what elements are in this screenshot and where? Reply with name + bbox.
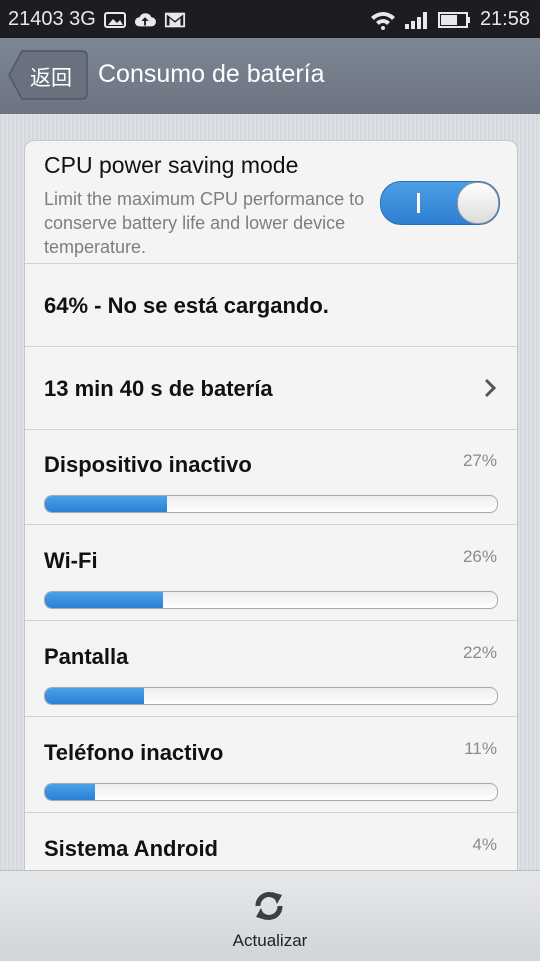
usage-item-percent: 27% xyxy=(462,451,497,470)
usage-bar xyxy=(44,783,498,801)
usage-bar-fill xyxy=(45,688,145,704)
usage-bar-fill xyxy=(45,592,163,608)
usage-item[interactable]: Dispositivo inactivo 27% xyxy=(25,429,517,525)
toggle-knob xyxy=(457,182,499,224)
usage-item-name: Pantalla xyxy=(44,644,129,669)
battery-time-row[interactable]: 13 min 40 s de batería xyxy=(25,346,517,430)
cpu-saving-row: CPU power saving mode Limit the maximum … xyxy=(25,141,517,264)
usage-bar xyxy=(44,591,498,609)
status-bar-left: 21403 3G xyxy=(8,8,186,31)
usage-bar xyxy=(44,495,498,513)
usage-bar-fill xyxy=(45,496,168,512)
carrier-label: 21403 3G xyxy=(8,8,96,30)
cpu-saving-description: Limit the maximum CPU performance to con… xyxy=(44,189,365,257)
wifi-icon xyxy=(370,11,395,30)
cloud-upload-icon xyxy=(134,12,156,26)
usage-item-name: Sistema Android xyxy=(44,836,218,861)
usage-item[interactable]: Wi-Fi 26% xyxy=(25,525,517,621)
status-bar-right: 21:58 xyxy=(370,8,530,31)
battery-time-text: 13 min 40 s de batería xyxy=(44,376,273,401)
usage-item[interactable]: Teléfono inactivo 11% xyxy=(25,717,517,813)
usage-item[interactable]: Pantalla 22% xyxy=(25,621,517,717)
battery-icon xyxy=(437,11,470,28)
content-area[interactable]: CPU power saving mode Limit the maximum … xyxy=(0,114,540,870)
usage-bar xyxy=(44,687,498,705)
usage-item-percent: 11% xyxy=(464,739,497,758)
status-time: 21:58 xyxy=(479,8,530,30)
cpu-saving-title: CPU power saving mode xyxy=(44,152,299,178)
usage-item-name: Wi-Fi xyxy=(44,548,98,573)
status-bar: 21403 3G 21:58 xyxy=(0,0,540,38)
image-icon xyxy=(103,11,126,28)
settings-card: CPU power saving mode Limit the maximum … xyxy=(24,140,518,870)
title-bar: 返回 Consumo de batería xyxy=(0,38,540,115)
battery-status-text: 64% - No se está cargando. xyxy=(44,293,329,318)
refresh-label: Actualizar xyxy=(232,931,308,950)
signal-icon xyxy=(404,11,427,29)
usage-item-percent: 26% xyxy=(462,547,497,566)
usage-item-name: Teléfono inactivo xyxy=(44,740,224,765)
refresh-icon xyxy=(255,892,283,920)
usage-item[interactable]: Sistema Android 4% xyxy=(25,813,517,870)
gmail-icon xyxy=(164,12,185,27)
chevron-right-icon xyxy=(484,378,497,398)
back-button-label: 返回 xyxy=(30,66,72,90)
usage-item-percent: 22% xyxy=(462,643,497,662)
page-title: Consumo de batería xyxy=(98,60,325,88)
usage-item-percent: 4% xyxy=(472,835,497,854)
battery-status-row: 64% - No se está cargando. xyxy=(25,263,517,347)
usage-item-name: Dispositivo inactivo xyxy=(44,452,252,477)
back-button[interactable]: 返回 xyxy=(8,50,88,100)
usage-bar-fill xyxy=(45,784,95,800)
cpu-saving-toggle[interactable] xyxy=(380,181,500,225)
toggle-on-mark xyxy=(417,193,420,213)
bottom-bar: Actualizar xyxy=(0,870,540,961)
